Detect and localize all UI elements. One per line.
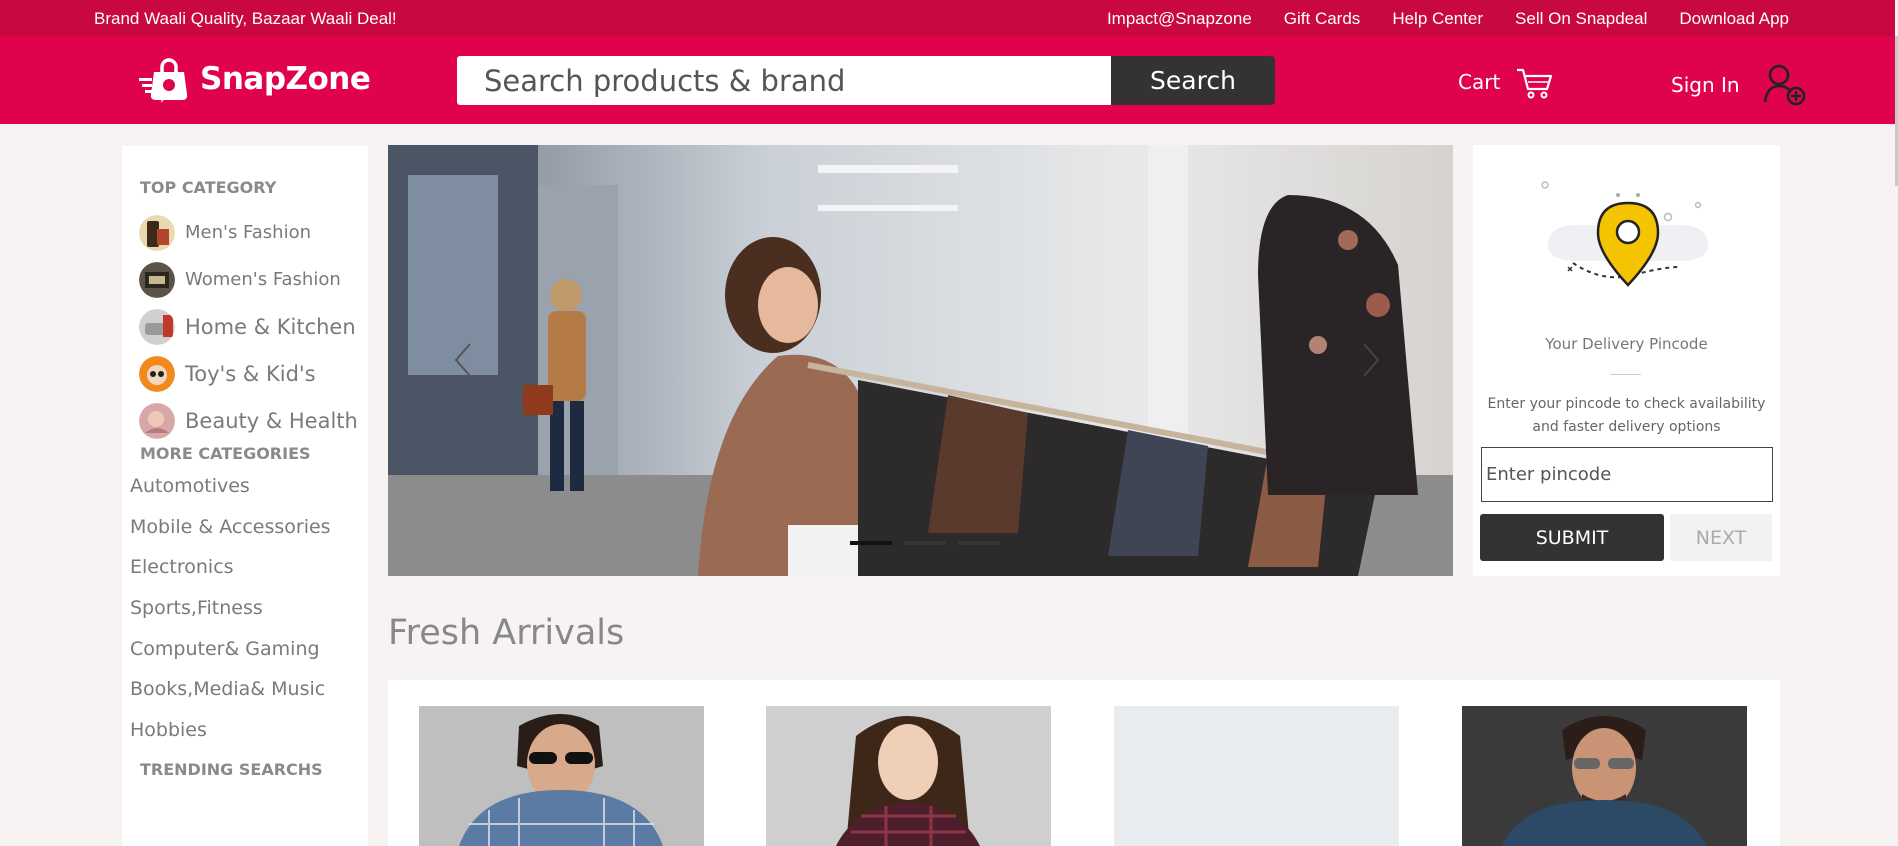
main-header: SnapZone Search Cart Sign In	[0, 36, 1895, 124]
pincode-title: Your Delivery Pincode	[1545, 335, 1708, 353]
product-card[interactable]	[1114, 706, 1399, 846]
pincode-description: Enter your pincode to check availability…	[1487, 396, 1766, 435]
hero-carousel[interactable]	[388, 145, 1453, 576]
category-books-media-music[interactable]: Books,Media& Music	[130, 678, 368, 719]
divider	[1610, 374, 1641, 375]
carousel-prev-icon[interactable]	[448, 338, 478, 382]
category-mobile-accessories[interactable]: Mobile & Accessories	[130, 516, 368, 557]
shopping-bag-logo-icon	[139, 58, 188, 103]
category-label: Men's Fashion	[185, 222, 311, 243]
category-womens-fashion[interactable]: Women's Fashion	[139, 256, 368, 303]
impact-link[interactable]: Impact@Snapzone	[1107, 9, 1252, 29]
top-category-heading: TOP CATEGORY	[140, 178, 277, 197]
add-user-icon	[1763, 64, 1805, 106]
category-home-kitchen[interactable]: Home & Kitchen	[139, 303, 368, 350]
category-computer-gaming[interactable]: Computer& Gaming	[130, 638, 368, 679]
cart-icon	[1517, 68, 1553, 99]
search-input[interactable]	[457, 56, 1111, 105]
search-bar: Search	[457, 56, 1275, 105]
product-image	[766, 706, 1051, 846]
cart-label: Cart	[1458, 70, 1501, 94]
fresh-arrivals-title: Fresh Arrivals	[388, 613, 625, 653]
carousel-indicator-3[interactable]	[958, 541, 1000, 545]
hero-slide-image	[388, 145, 1453, 576]
womens-fashion-thumbnail	[139, 261, 175, 298]
carousel-indicators	[850, 541, 1000, 545]
carousel-indicator-2[interactable]	[904, 541, 946, 545]
category-label: Beauty & Health	[185, 408, 358, 433]
product-image	[419, 706, 704, 846]
category-sports-fitness[interactable]: Sports,Fitness	[130, 597, 368, 638]
cart-button[interactable]: Cart	[1458, 62, 1554, 102]
top-links: Impact@Snapzone Gift Cards Help Center S…	[1107, 9, 1789, 29]
category-toys-kids[interactable]: Toy's & Kid's	[139, 350, 368, 397]
category-label: Toy's & Kid's	[185, 361, 316, 386]
product-card[interactable]	[419, 706, 704, 846]
search-button[interactable]: Search	[1111, 56, 1275, 105]
product-image	[1462, 706, 1747, 846]
category-electronics[interactable]: Electronics	[130, 556, 368, 597]
category-sidebar: TOP CATEGORY Men's Fashion Women's Fashi…	[122, 146, 368, 846]
product-card[interactable]	[1462, 706, 1747, 846]
logo[interactable]: SnapZone	[138, 54, 371, 104]
sell-link[interactable]: Sell On Snapdeal	[1515, 9, 1647, 29]
category-hobbies[interactable]: Hobbies	[130, 719, 368, 760]
more-categories-heading: MORE CATEGORIES	[140, 444, 311, 463]
top-strip: Brand Waali Quality, Bazaar Waali Deal! …	[0, 0, 1895, 36]
carousel-next-icon[interactable]	[1356, 338, 1386, 382]
carousel-indicator-1[interactable]	[850, 541, 892, 545]
category-label: Women's Fashion	[185, 269, 341, 290]
help-center-link[interactable]: Help Center	[1392, 9, 1483, 29]
pincode-input[interactable]	[1481, 447, 1773, 502]
category-automotives[interactable]: Automotives	[130, 475, 368, 516]
trending-searches-heading: TRENDING SEARCHS	[140, 759, 323, 779]
gift-cards-link[interactable]: Gift Cards	[1284, 9, 1361, 29]
mens-fashion-thumbnail	[139, 214, 175, 251]
logo-text: SnapZone	[200, 61, 371, 97]
fresh-arrivals-row	[388, 680, 1780, 846]
submit-button[interactable]: SUBMIT	[1480, 514, 1664, 561]
beauty-health-thumbnail	[139, 402, 175, 439]
download-app-link[interactable]: Download App	[1679, 9, 1789, 29]
category-mens-fashion[interactable]: Men's Fashion	[139, 209, 368, 256]
sign-in-label: Sign In	[1671, 73, 1740, 97]
sign-in-button[interactable]: Sign In	[1671, 62, 1808, 108]
home-kitchen-thumbnail	[139, 308, 175, 345]
category-label: Home & Kitchen	[185, 314, 356, 339]
product-card[interactable]	[766, 706, 1051, 846]
tagline: Brand Waali Quality, Bazaar Waali Deal!	[94, 9, 397, 28]
delivery-pincode-card: Your Delivery Pincode Enter your pincode…	[1473, 145, 1780, 576]
product-image-placeholder	[1114, 706, 1399, 846]
toys-kids-thumbnail	[139, 355, 175, 392]
location-pin-icon	[1541, 181, 1708, 287]
next-button[interactable]: NEXT	[1670, 514, 1772, 561]
category-beauty-health[interactable]: Beauty & Health	[139, 397, 368, 444]
